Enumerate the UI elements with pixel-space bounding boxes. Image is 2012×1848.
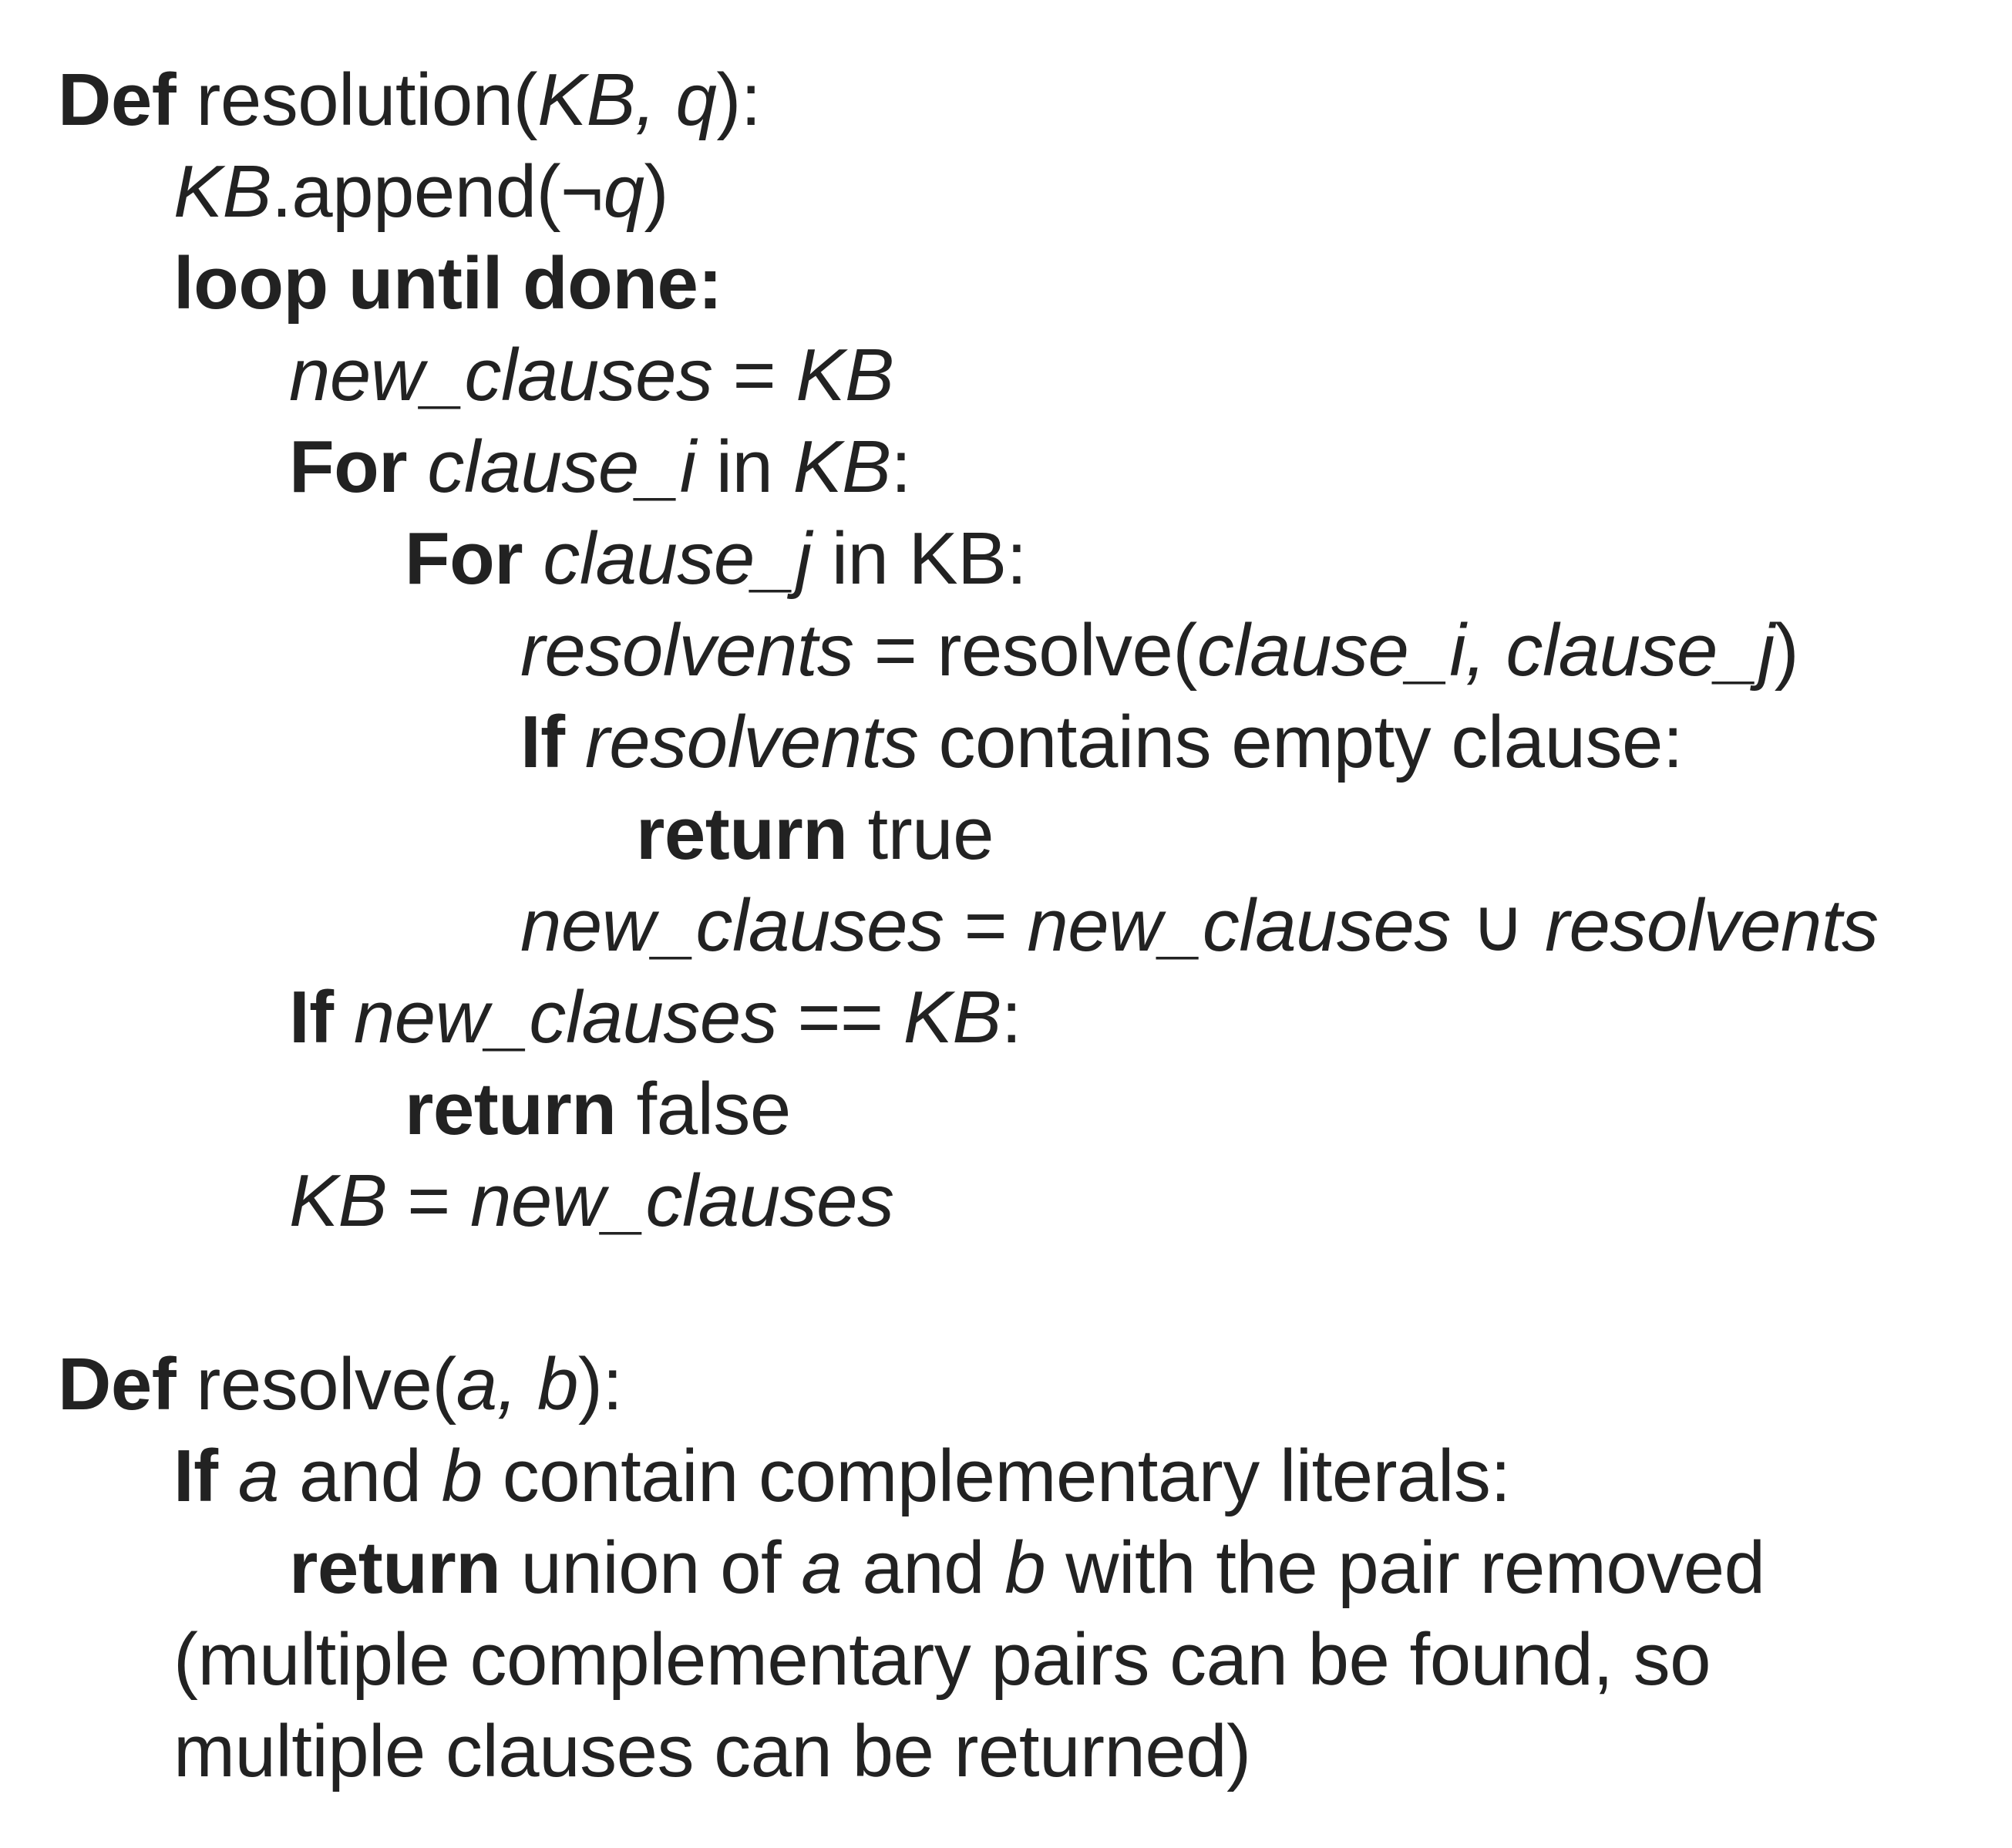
keyword: return	[289, 1527, 501, 1609]
variable: KB, q	[537, 59, 717, 141]
variable: new_clauses	[1027, 884, 1451, 967]
code-text: union of	[500, 1527, 802, 1609]
code-text: .append(¬	[271, 150, 604, 233]
keyword: loop until done:	[173, 242, 722, 325]
code-line: KB.append(¬q)	[58, 146, 1985, 237]
variable: resolvents	[520, 609, 854, 692]
variable: b	[1004, 1527, 1046, 1609]
code-text: true	[847, 793, 994, 875]
code-line: If new_clauses == KB:	[58, 971, 1985, 1063]
code-line: For clause_i in KB:	[58, 421, 1985, 513]
variable: KB	[289, 1160, 388, 1242]
code-line: return true	[58, 788, 1985, 880]
code-text: multiple clauses can be returned)	[173, 1710, 1251, 1792]
code-line: KB = new_clauses	[58, 1155, 1985, 1247]
code-text: ==	[777, 976, 903, 1059]
variable: new_clauses	[353, 976, 778, 1059]
keyword: return	[636, 793, 848, 875]
code-line: For clause_j in KB:	[58, 513, 1985, 604]
code-text: )	[1774, 609, 1799, 692]
code-line: multiple clauses can be returned)	[58, 1705, 1985, 1797]
code-line: loop until done:	[58, 237, 1985, 329]
code-line: If a and b contain complementary literal…	[58, 1430, 1985, 1522]
variable: clause_j	[543, 517, 812, 600]
code-text: false	[616, 1068, 792, 1150]
variable: KB	[792, 426, 892, 508]
variable: a, b	[456, 1343, 579, 1426]
code-text: in	[695, 426, 793, 508]
variable: new_clauses	[520, 884, 944, 967]
code-line: Def resolution(KB, q):	[58, 54, 1985, 146]
keyword: Def	[58, 59, 177, 141]
code-text: resolution(	[176, 59, 538, 141]
keyword: return	[405, 1068, 617, 1150]
variable: KB	[903, 976, 1002, 1059]
variable: b	[441, 1435, 483, 1517]
code-text: in KB:	[811, 517, 1028, 600]
variable: new_clauses	[289, 334, 713, 416]
code-line: resolvents = resolve(clause_i, clause_j)	[58, 604, 1985, 696]
keyword: For	[289, 426, 408, 508]
code-text: :	[1001, 976, 1022, 1059]
code-line: (multiple complementary pairs can be fou…	[58, 1614, 1985, 1705]
code-line: new_clauses = new_clauses ∪ resolvents	[58, 880, 1985, 971]
code-text: resolve(	[176, 1343, 456, 1426]
code-text: =	[712, 334, 796, 416]
variable: resolvents	[1545, 884, 1879, 967]
code-text: =	[944, 884, 1028, 967]
keyword: If	[173, 1435, 218, 1517]
code-text: and	[842, 1527, 1005, 1609]
variable: clause_i	[427, 426, 696, 508]
keyword: Def	[58, 1343, 177, 1426]
keyword: For	[405, 517, 523, 600]
variable: clause_i, clause_j	[1196, 609, 1775, 692]
code-text: =	[387, 1160, 470, 1242]
variable: a	[237, 1435, 279, 1517]
code-line: Def resolve(a, b):	[58, 1338, 1985, 1430]
code-text: :	[890, 426, 912, 508]
code-text: and	[278, 1435, 442, 1517]
code-text: = resolve(	[853, 609, 1198, 692]
code-text: contains empty clause:	[918, 701, 1684, 783]
variable: new_clauses	[469, 1160, 894, 1242]
code-text: (multiple complementary pairs can be fou…	[173, 1618, 1711, 1701]
pseudocode-block: Def resolution(KB, q): KB.append(¬q) loop …	[58, 54, 1985, 1797]
code-text: ∪	[1450, 884, 1546, 967]
code-line: return union of a and b with the pair re…	[58, 1522, 1985, 1614]
code-line: If resolvents contains empty clause:	[58, 696, 1985, 788]
code-text: ):	[577, 1343, 623, 1426]
variable: q	[603, 150, 644, 233]
code-text: ):	[716, 59, 762, 141]
code-line: return false	[58, 1063, 1985, 1155]
code-line: new_clauses = KB	[58, 329, 1985, 421]
code-text: contain complementary literals:	[482, 1435, 1511, 1517]
variable: KB	[796, 334, 894, 416]
code-text: )	[644, 150, 669, 233]
variable: KB	[173, 150, 272, 233]
variable: resolvents	[584, 701, 919, 783]
code-text: with the pair removed	[1045, 1527, 1765, 1609]
keyword: If	[289, 976, 334, 1059]
variable: a	[801, 1527, 843, 1609]
keyword: If	[520, 701, 565, 783]
